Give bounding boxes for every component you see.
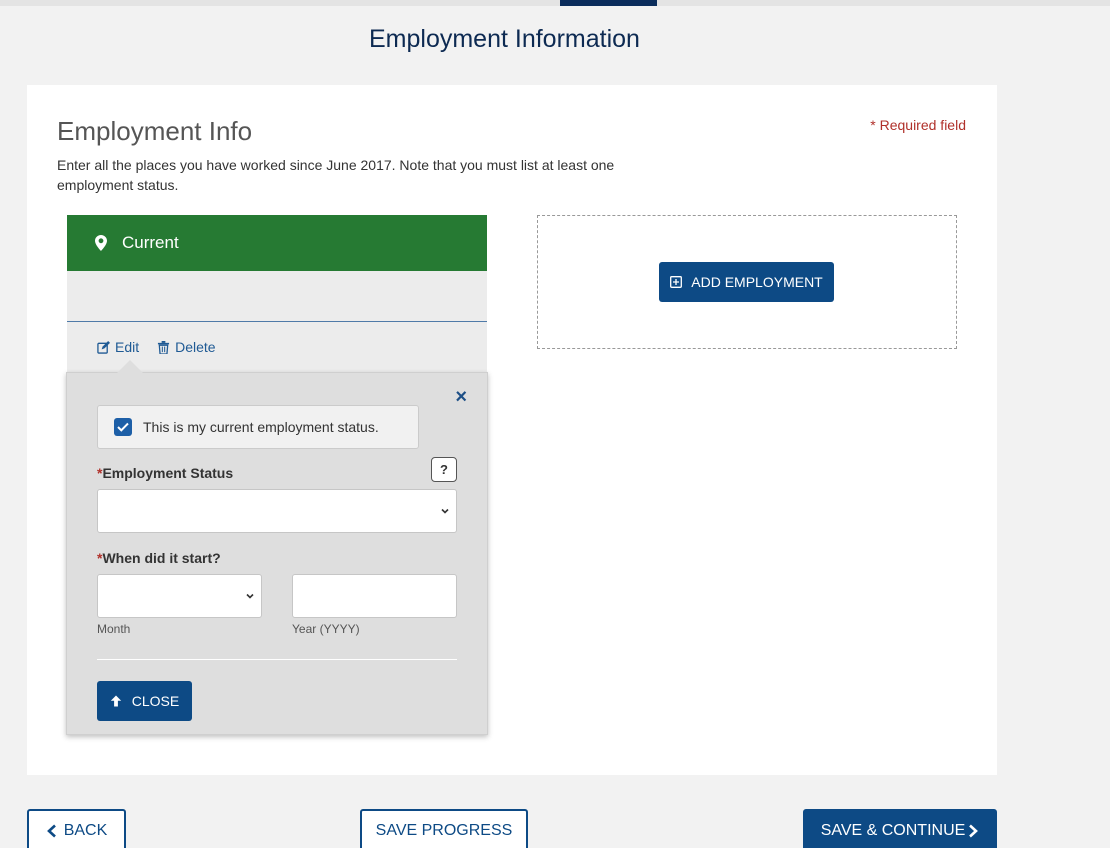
divider [97, 659, 457, 660]
year-input[interactable] [292, 574, 457, 618]
employment-status-label: *Employment Status [97, 465, 234, 481]
close-icon[interactable]: × [455, 387, 467, 407]
delete-link[interactable]: Delete [157, 339, 216, 355]
chevron-right-icon [969, 824, 979, 838]
close-button[interactable]: CLOSE [97, 681, 192, 721]
plus-square-icon [670, 276, 683, 288]
employment-entry-body [67, 271, 487, 322]
help-button[interactable]: ? [431, 457, 457, 482]
back-button-label: BACK [63, 822, 108, 839]
chevron-left-icon [46, 824, 56, 838]
month-label: Month [97, 622, 131, 636]
current-status-label: This is my current employment status. [143, 419, 379, 435]
checkmark-icon [114, 418, 132, 436]
employment-entry-card: Current Edit Delete [67, 215, 487, 372]
month-select[interactable] [97, 574, 262, 618]
chevron-down-icon [441, 508, 449, 514]
employment-entry-title: Current [122, 233, 179, 252]
start-date-label: *When did it start? [97, 550, 221, 566]
save-continue-label: SAVE & CONTINUE [820, 822, 966, 839]
year-label: Year (YYYY) [292, 622, 360, 636]
section-title: Employment Info [57, 116, 253, 146]
save-continue-button[interactable]: SAVE & CONTINUE [803, 809, 997, 848]
employment-status-select[interactable] [97, 489, 457, 533]
trash-icon [158, 340, 170, 354]
current-status-checkbox[interactable]: This is my current employment status. [97, 405, 419, 449]
arrow-up-icon [110, 695, 121, 707]
back-button[interactable]: BACK [27, 809, 126, 848]
chevron-down-icon [246, 593, 254, 599]
close-button-label: CLOSE [131, 693, 180, 709]
add-employment-area: ADD EMPLOYMENT [537, 215, 957, 349]
add-employment-label: ADD EMPLOYMENT [691, 274, 823, 290]
popover-arrow [117, 360, 143, 373]
employment-entry-header: Current [67, 215, 487, 271]
delete-link-label: Delete [175, 339, 216, 355]
save-progress-button[interactable]: SAVE PROGRESS [360, 809, 528, 848]
save-progress-label: SAVE PROGRESS [375, 822, 513, 839]
progress-bar [0, 0, 1110, 6]
edit-link[interactable]: Edit [97, 339, 139, 355]
progress-bar-active-step [560, 0, 657, 6]
edit-icon [97, 340, 110, 354]
edit-link-label: Edit [115, 339, 140, 355]
add-employment-button[interactable]: ADD EMPLOYMENT [659, 262, 834, 302]
map-marker-icon [95, 235, 107, 251]
edit-employment-popover: × This is my current employment status. … [66, 372, 488, 735]
section-intro: Enter all the places you have worked sin… [57, 157, 615, 193]
page-title: Employment Information [369, 25, 640, 53]
required-field-note: * Required field [870, 117, 966, 133]
